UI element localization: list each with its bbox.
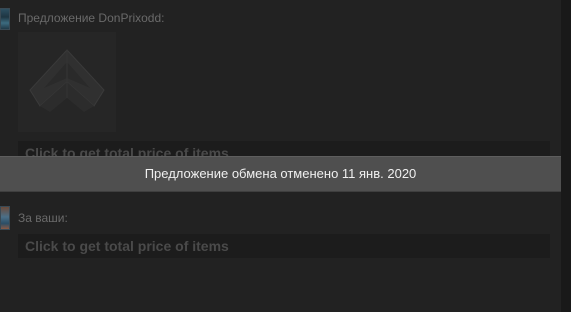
scrollbar[interactable]: [561, 0, 571, 312]
trade-offer-panel: Предложение DonPrixodd: Click to get tot…: [0, 0, 561, 312]
partner-avatar[interactable]: [0, 8, 10, 30]
offer-status-text: Предложение обмена отменено 11 янв. 2020: [144, 166, 417, 181]
offer-status-banner: Предложение обмена отменено 11 янв. 2020: [0, 156, 561, 192]
item-emblem-icon: [29, 49, 105, 112]
their-items-label: Предложение DonPrixodd:: [18, 11, 165, 25]
your-total-price-link[interactable]: Click to get total price of items: [18, 234, 550, 258]
trade-offer-view: Предложение DonPrixodd: Click to get tot…: [0, 0, 571, 312]
my-avatar[interactable]: [0, 206, 10, 230]
trade-item-slot[interactable]: [18, 32, 116, 132]
your-items-label: За ваши:: [18, 211, 68, 225]
